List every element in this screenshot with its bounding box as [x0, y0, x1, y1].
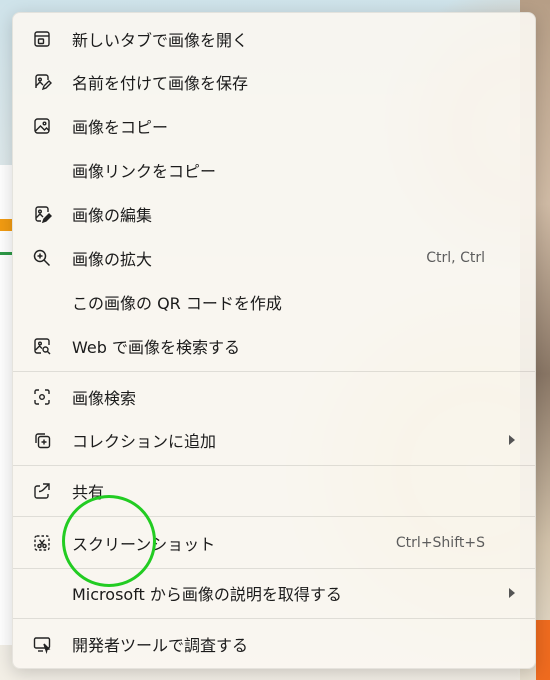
open-in-new-tab-icon [31, 28, 53, 50]
menu-item-label: 画像の編集 [72, 206, 153, 225]
submenu-arrow-icon [509, 588, 515, 598]
image-search-icon [31, 335, 53, 357]
devtools-icon [31, 633, 53, 655]
divider [13, 618, 535, 619]
menu-item-save-image-as[interactable]: 名前を付けて画像を保存 [17, 61, 531, 103]
annotation-highlight-circle [62, 495, 156, 587]
menu-item-visual-search[interactable]: 画像検索 [17, 376, 531, 418]
menu-item-label: 画像リンクをコピー [72, 162, 217, 181]
menu-item-inspect-devtools[interactable]: 開発者ツールで調査する [17, 623, 531, 665]
zoom-in-icon [31, 247, 53, 269]
menu-item-label: 名前を付けて画像を保存 [72, 74, 249, 93]
menu-item-label: 新しいタブで画像を開く [72, 31, 249, 50]
menu-item-label: 開発者ツールで調査する [72, 636, 249, 655]
menu-item-edit-image[interactable]: 画像の編集 [17, 193, 531, 235]
divider [13, 371, 535, 372]
divider [13, 465, 535, 466]
menu-item-open-image-new-tab[interactable]: 新しいタブで画像を開く [17, 18, 531, 60]
menu-item-label: Web で画像を検索する [72, 338, 240, 357]
menu-item-label: この画像の QR コードを作成 [72, 294, 282, 313]
orange-corner [536, 620, 550, 680]
page-content-strip [0, 165, 12, 645]
submenu-arrow-icon [509, 435, 515, 445]
save-image-icon [31, 71, 53, 93]
menu-item-copy-image[interactable]: 画像をコピー [17, 105, 531, 147]
add-collection-icon [31, 429, 53, 451]
menu-item-label: コレクションに追加 [72, 432, 217, 451]
image-icon [31, 115, 53, 137]
shortcut-label: Ctrl, Ctrl [426, 250, 485, 266]
visual-search-icon [31, 386, 53, 408]
menu-item-zoom-image[interactable]: 画像の拡大 Ctrl, Ctrl [17, 237, 531, 279]
shortcut-label: Ctrl+Shift+S [395, 535, 485, 551]
menu-item-create-qr-code[interactable]: この画像の QR コードを作成 [17, 281, 531, 323]
share-icon [31, 480, 53, 502]
orange-accent [0, 219, 12, 231]
edit-image-icon [31, 203, 53, 225]
menu-item-label: 画像の拡大 [72, 250, 153, 269]
menu-item-copy-image-link[interactable]: 画像リンクをコピー [17, 149, 531, 191]
screenshot-icon [31, 532, 53, 554]
menu-item-search-web-image[interactable]: Web で画像を検索する [17, 325, 531, 367]
menu-item-label: 画像検索 [72, 389, 137, 408]
green-accent [0, 252, 12, 255]
menu-item-add-to-collection[interactable]: コレクションに追加 [17, 419, 531, 461]
menu-item-label: 画像をコピー [72, 118, 169, 137]
